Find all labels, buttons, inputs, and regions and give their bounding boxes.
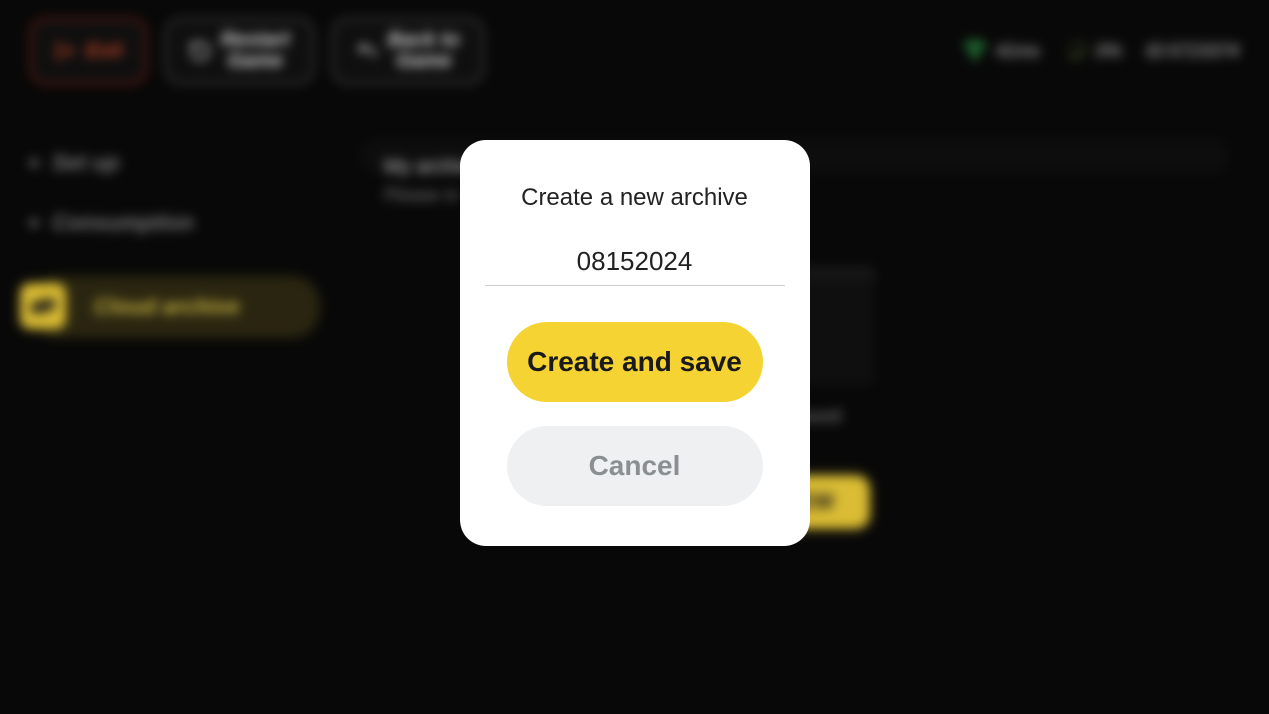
create-archive-modal: Create a new archive Create and save Can… xyxy=(460,140,810,546)
modal-title: Create a new archive xyxy=(521,184,748,212)
create-and-save-button[interactable]: Create and save xyxy=(507,322,763,402)
archive-name-input[interactable] xyxy=(485,246,785,277)
cancel-button[interactable]: Cancel xyxy=(507,426,763,506)
